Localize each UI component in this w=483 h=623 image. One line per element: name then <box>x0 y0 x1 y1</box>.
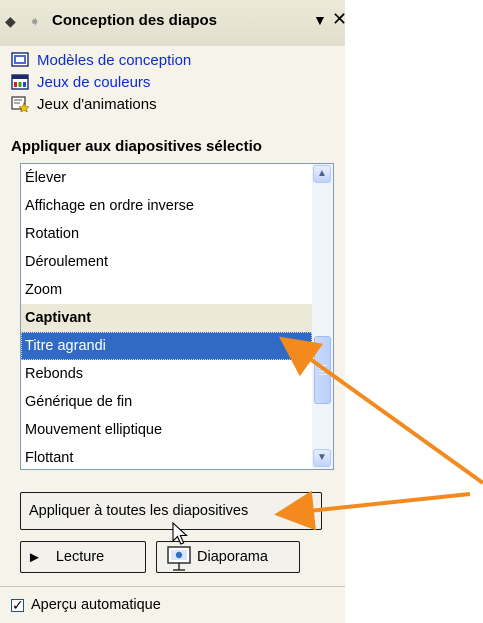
list-item-affichage-ordre-inverse[interactable]: Affichage en ordre inverse <box>21 192 312 220</box>
link-color-schemes-label: Jeux de couleurs <box>37 73 151 91</box>
back-arrow-icon[interactable]: ◆ <box>5 14 16 28</box>
task-pane-titlebar: ◆ ➧ Conception des diapos ▼ ✕ <box>0 0 345 46</box>
scrollbar-thumb[interactable] <box>314 336 331 404</box>
color-scheme-icon <box>11 74 29 90</box>
apply-section-heading: Appliquer aux diapositives sélectio <box>11 138 262 155</box>
separator <box>0 586 345 587</box>
slideshow-icon <box>167 546 191 571</box>
link-animation-schemes[interactable]: Jeux d'animations <box>11 94 157 114</box>
close-icon[interactable]: ✕ <box>332 10 345 28</box>
link-design-templates[interactable]: Modèles de conception <box>11 50 191 70</box>
slideshow-label: Diaporama <box>197 549 268 565</box>
apply-all-slides-label: Appliquer à toutes les diapositives <box>29 503 249 519</box>
list-item-titre-agrandi-selected[interactable]: Titre agrandi <box>21 332 312 360</box>
mouse-cursor-icon <box>172 522 188 545</box>
play-icon: ► <box>27 548 42 566</box>
link-animation-schemes-label: Jeux d'animations <box>37 95 157 113</box>
checkbox-box[interactable]: ✓ <box>11 596 24 613</box>
list-item-mouvement-elliptique[interactable]: Mouvement elliptique <box>21 416 312 444</box>
checkmark-icon: ✓ <box>12 596 24 613</box>
scroll-down-icon[interactable]: ▼ <box>313 449 331 467</box>
design-template-icon <box>11 52 29 67</box>
play-label: Lecture <box>55 549 105 565</box>
list-item-generique-de-fin[interactable]: Générique de fin <box>21 388 312 416</box>
forward-arrow-icon[interactable]: ➧ <box>29 14 41 28</box>
list-item-rotation[interactable]: Rotation <box>21 220 312 248</box>
list-scrollbar[interactable]: ▲ ▼ <box>312 164 333 469</box>
scroll-up-icon[interactable]: ▲ <box>313 165 331 183</box>
play-button[interactable]: ► Lecture <box>20 541 146 573</box>
list-item-rebonds[interactable]: Rebonds <box>21 360 312 388</box>
autopreview-checkbox[interactable]: ✓ Aperçu automatique <box>11 597 161 613</box>
link-design-templates-label: Modèles de conception <box>37 51 192 69</box>
link-color-schemes[interactable]: Jeux de couleurs <box>11 72 150 92</box>
list-category-captivant: Captivant <box>21 304 312 332</box>
autopreview-label: Aperçu automatique <box>31 597 161 613</box>
list-item-flottant[interactable]: Flottant <box>21 444 312 469</box>
animations-list: Élever Affichage en ordre inverse Rotati… <box>21 164 312 469</box>
dropdown-triangle-icon[interactable]: ▼ <box>313 12 327 28</box>
task-pane-title[interactable]: Conception des diapos <box>52 12 217 29</box>
apply-all-slides-button[interactable]: Appliquer à toutes les diapositives <box>20 492 322 530</box>
list-item-elever[interactable]: Élever <box>21 164 312 192</box>
list-item-zoom[interactable]: Zoom <box>21 276 312 304</box>
list-item-deroulement[interactable]: Déroulement <box>21 248 312 276</box>
animations-listbox[interactable]: Élever Affichage en ordre inverse Rotati… <box>20 163 334 470</box>
animation-scheme-icon <box>11 96 29 112</box>
